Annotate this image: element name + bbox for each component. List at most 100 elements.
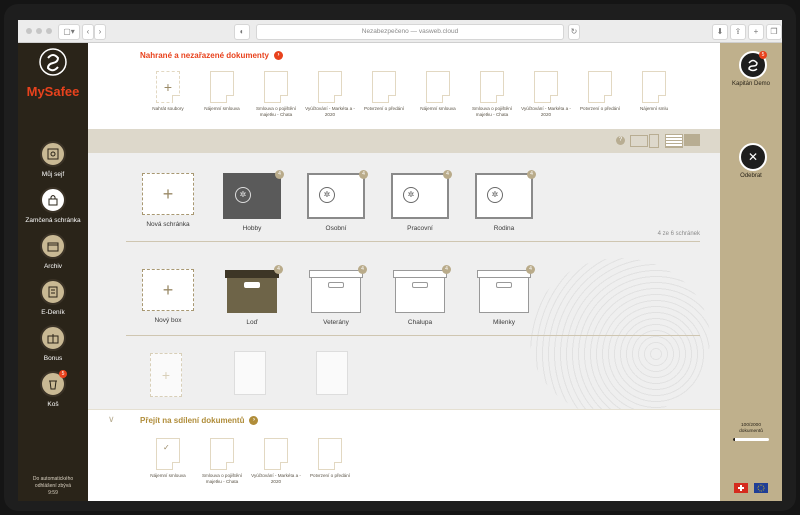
user-name: Kapitán Demo	[731, 81, 771, 87]
count-badge: 4	[275, 170, 284, 179]
sidebar-item-safe[interactable]: Můj sejf	[18, 141, 88, 178]
privacy-icon[interactable]: ◐	[234, 24, 250, 40]
list-view-icon[interactable]	[665, 134, 683, 148]
box-label: Veterány	[323, 319, 349, 326]
box-item[interactable]: 4 Veterány	[304, 265, 368, 326]
grid-view-icon[interactable]	[684, 134, 700, 146]
cloud-lock-icon[interactable]	[630, 135, 648, 147]
sidebar-item-archive[interactable]: Archiv	[18, 233, 88, 270]
sidebar-item-label: E-Deník	[41, 309, 65, 316]
new-document-placeholder[interactable]: +	[150, 353, 182, 397]
shared-documents-section: ∨ Přejít na sdílení dokumentů › ✓ Nájemní…	[88, 409, 720, 501]
document-icon	[210, 71, 234, 103]
window-dot	[46, 28, 52, 34]
box-handle	[496, 282, 512, 288]
box-lid	[477, 270, 531, 278]
box-label: Nový box	[154, 317, 182, 324]
shared-document-item[interactable]: ✓ Nájemní smlouva	[140, 438, 196, 479]
document-icon	[210, 438, 234, 470]
document-item[interactable]: Vyúčtování - Markéta a - 2020	[302, 71, 358, 118]
safe-icon: ✲ 4	[223, 170, 284, 219]
check-icon: ✓	[163, 443, 170, 452]
remove-label: Odebrat	[740, 173, 762, 179]
notification-badge: 5	[759, 51, 767, 59]
fingerprint-watermark-icon	[530, 258, 710, 418]
count-badge: 4	[274, 265, 283, 274]
box-item[interactable]: 4 Loď	[220, 265, 284, 326]
add-tab-icon[interactable]: +	[748, 24, 764, 40]
shared-document-item[interactable]: Smlouva o pojištění majetku - Chata	[194, 438, 250, 485]
sidebar-item-trash[interactable]: 5 Koš	[18, 370, 88, 408]
document-placeholder	[234, 351, 266, 395]
lock-filter-icon[interactable]	[649, 134, 659, 148]
uploaded-section-header[interactable]: Nahrané a nezařazené dokumenty ›	[140, 51, 283, 60]
back-icon[interactable]: ‹	[82, 24, 94, 40]
swiss-flag-icon[interactable]	[734, 483, 748, 493]
storage-usage: 100/2000 dokumentů	[720, 423, 782, 441]
document-item[interactable]: Potvrzení o předání	[572, 71, 628, 112]
document-item[interactable]: Nájemní smlouva	[410, 71, 466, 112]
count-badge: 4	[442, 265, 451, 274]
count-badge: 4	[359, 170, 368, 179]
document-item[interactable]: Smlouva o pojištění majetku - Chata	[464, 71, 520, 118]
safe-icon: ✲ 4	[307, 170, 368, 219]
safe-item[interactable]: ✲ 4 Hobby	[220, 170, 284, 232]
divider	[126, 241, 700, 242]
uploaded-documents-section: Nahrané a nezařazené dokumenty › + Nahrát…	[88, 43, 720, 129]
arrow-right-icon[interactable]: ›	[249, 416, 259, 425]
new-box-button[interactable]: + Nový box	[136, 269, 200, 324]
archive-icon	[40, 233, 66, 259]
box-item[interactable]: 4 Chalupa	[388, 265, 452, 326]
shared-document-item[interactable]: Vyúčtování - Markéta a - 2020	[248, 438, 304, 485]
document-label: Vyúčtování - Markéta a - 2020	[521, 106, 571, 117]
logout-time: 9:59	[48, 490, 58, 496]
sidebar-toggle-button[interactable]: ▢▾	[58, 24, 80, 40]
safe-label: Hobby	[242, 225, 262, 232]
document-icon	[534, 71, 558, 103]
shared-document-item[interactable]: Potvrzení o předání	[302, 438, 358, 479]
sidebar-item-diary[interactable]: E-Deník	[18, 279, 88, 316]
safe-label: Nová schránka	[146, 221, 190, 228]
safe-label: Rodina	[493, 225, 515, 232]
document-label: Nájemní smlouva	[204, 106, 240, 111]
logo[interactable]: MySafee	[18, 47, 88, 99]
safe-item[interactable]: ✲ 4 Osobní	[304, 170, 368, 232]
eu-flag-icon[interactable]	[754, 483, 768, 493]
safe-item[interactable]: ✲ 4 Rodina	[472, 170, 536, 232]
new-safe-button[interactable]: + Nová schránka	[136, 173, 200, 228]
sidebar-item-locked-box[interactable]: Zamčená schránka	[18, 187, 88, 224]
document-item[interactable]: Potvrzení o předání	[356, 71, 412, 112]
upload-files-button[interactable]: + Nahrát soubory	[140, 71, 196, 112]
remove-button[interactable]: ✕	[739, 143, 767, 171]
forward-icon[interactable]: ›	[94, 24, 106, 40]
safe-label: Osobní	[325, 225, 347, 232]
address-bar[interactable]: Nezabezpečeno — vasweb.cloud	[256, 24, 564, 40]
gift-icon	[40, 325, 66, 351]
share-icon[interactable]: ⇪	[730, 24, 746, 40]
shared-section-header[interactable]: Přejít na sdílení dokumentů ›	[140, 416, 259, 425]
document-item[interactable]: Nájemní smlu	[626, 71, 682, 112]
storage-progress	[733, 438, 769, 441]
document-label: Nahrát soubory	[152, 106, 184, 111]
sidebar-item-bonus[interactable]: Bonus	[18, 325, 88, 362]
avatar[interactable]: 5	[739, 51, 767, 79]
close-icon: ✕	[747, 150, 759, 164]
reload-icon[interactable]: ↻	[568, 24, 580, 40]
document-item[interactable]: Vyúčtování - Markéta a - 2020	[518, 71, 574, 118]
chevron-down-icon[interactable]: ∨	[108, 414, 115, 425]
download-icon[interactable]: ⬇	[712, 24, 728, 40]
document-icon	[588, 71, 612, 103]
document-icon	[318, 438, 342, 470]
document-icon	[264, 438, 288, 470]
tabs-overview-icon[interactable]: ❐	[766, 24, 782, 40]
document-item[interactable]: Nájemní smlouva	[194, 71, 250, 112]
section-title: Nahrané a nezařazené dokumenty	[140, 51, 269, 60]
box-lid	[309, 270, 363, 278]
arrow-right-icon[interactable]: ›	[273, 51, 283, 60]
safe-item[interactable]: ✲ 4 Pracovní	[388, 170, 452, 232]
document-item[interactable]: Smlouva o pojištění majetku - Chata	[248, 71, 304, 118]
document-label: Smlouva o pojištění majetku - Chata	[255, 106, 297, 117]
box-item[interactable]: 4 Milenky	[472, 265, 536, 326]
help-icon[interactable]: ?	[616, 136, 625, 145]
auto-logout-timer: Do automatického odhlášení zbývá 9:59	[18, 476, 88, 497]
